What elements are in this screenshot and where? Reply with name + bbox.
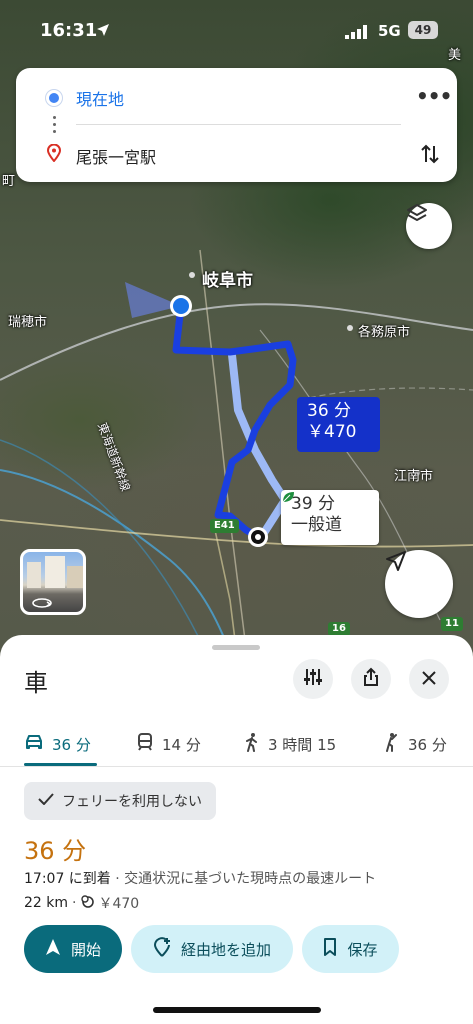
tab-drive-label: 36 分 [52, 735, 91, 754]
tab-drive[interactable]: 36 分 [24, 721, 91, 767]
tab-ride[interactable]: 36 分 [382, 721, 447, 767]
route-options-button[interactable] [293, 659, 333, 699]
street-view-thumbnail[interactable] [20, 549, 86, 615]
network-label: 5G [378, 22, 401, 40]
home-indicator[interactable] [153, 1007, 321, 1013]
close-icon [422, 670, 436, 689]
recenter-button[interactable] [385, 550, 453, 618]
toll-icon [80, 894, 95, 912]
add-place-icon [153, 937, 171, 961]
car-icon [24, 734, 44, 754]
avoid-ferries-chip[interactable]: フェリーを利用しない [24, 782, 216, 820]
tab-transit[interactable]: 14 分 [136, 721, 201, 767]
bookmark-icon [323, 938, 337, 960]
start-label: 開始 [70, 940, 101, 959]
tab-transit-label: 14 分 [162, 735, 201, 754]
origin-field[interactable]: 現在地 [76, 86, 124, 110]
save-label: 保存 [347, 940, 378, 959]
close-button[interactable] [409, 659, 449, 699]
sheet-grabber[interactable] [212, 645, 260, 650]
battery-indicator: 49 [408, 21, 438, 39]
destination-field[interactable]: 尾張一宮駅 [76, 144, 156, 168]
save-button[interactable]: 保存 [302, 925, 399, 973]
route-search-card: 現在地 ••• 尾張一宮駅 [16, 68, 457, 182]
origin-dot-icon [46, 90, 62, 106]
road-shield-16: 16 [328, 622, 350, 636]
share-icon [362, 667, 380, 691]
train-icon [136, 733, 154, 755]
status-time: 16:31 [40, 20, 98, 41]
arrival-time: 17:07 に到着 [24, 871, 111, 887]
layers-button[interactable] [406, 203, 452, 249]
travel-mode-title: 車 [24, 669, 48, 697]
map-label-machi: 町 [2, 174, 16, 189]
arrival-note: · 交通状況に基づいた現時点の最速ルート [110, 871, 377, 887]
route-toll: ￥470 [98, 896, 140, 912]
sliders-icon [303, 668, 323, 690]
route-alt-road: 一般道 [291, 515, 342, 535]
tab-active-indicator [24, 763, 97, 766]
arrival-info: 17:07 に到着 · 交通状況に基づいた現時点の最速ルート [24, 868, 376, 888]
map-label-gifu: 岐阜市 [202, 271, 253, 291]
navigation-start-icon [45, 938, 61, 960]
more-options-icon[interactable]: ••• [416, 84, 452, 108]
share-button[interactable] [351, 659, 391, 699]
swap-icon[interactable] [420, 142, 440, 170]
walk-icon [244, 732, 260, 756]
road-shield-e41: E41 [210, 519, 239, 533]
tab-walk[interactable]: 3 時間 15 [244, 721, 336, 767]
signal-icon [345, 24, 369, 43]
check-icon [38, 793, 54, 809]
add-waypoint-label: 経由地を追加 [180, 940, 271, 959]
route-duration: 36 分 [24, 837, 87, 865]
destination-pin-icon [46, 143, 62, 166]
ride-icon [382, 732, 400, 756]
card-divider [76, 124, 401, 125]
start-button[interactable]: 開始 [24, 925, 122, 973]
route-main-toll: ￥470 [307, 422, 357, 442]
location-arrow-icon [96, 22, 110, 41]
travel-mode-tabs: 36 分 14 分 3 時間 15 36 分 [0, 721, 473, 767]
distance-info: 22 km · ￥470 [24, 894, 140, 912]
route-distance: 22 km [24, 895, 69, 911]
status-bar: 16:31 5G 49 [0, 0, 473, 60]
route-callout-main[interactable]: 36 分 ￥470 [297, 397, 380, 452]
rotate-360-icon [31, 597, 53, 609]
map-label-konan: 江南市 [394, 469, 434, 484]
tab-ride-label: 36 分 [408, 735, 447, 754]
route-main-time: 36 分 [307, 401, 352, 421]
avoid-ferries-label: フェリーを利用しない [62, 794, 202, 810]
route-callout-alt[interactable]: 39 分 一般道 [281, 490, 379, 545]
route-dots-icon [53, 116, 56, 137]
route-alt-time: 39 分 [291, 494, 336, 514]
map-label-mizuho: 瑞穂市 [8, 315, 48, 330]
directions-sheet: 車 36 分 14 分 3 時間 15 36 分 フェリーを利用しない 36 分… [0, 635, 473, 1024]
add-waypoint-button[interactable]: 経由地を追加 [131, 925, 293, 973]
road-shield-11: 11 [441, 617, 463, 631]
map-label-kakamigahara: 各務原市 [358, 325, 411, 340]
tab-walk-label: 3 時間 15 [268, 735, 337, 754]
